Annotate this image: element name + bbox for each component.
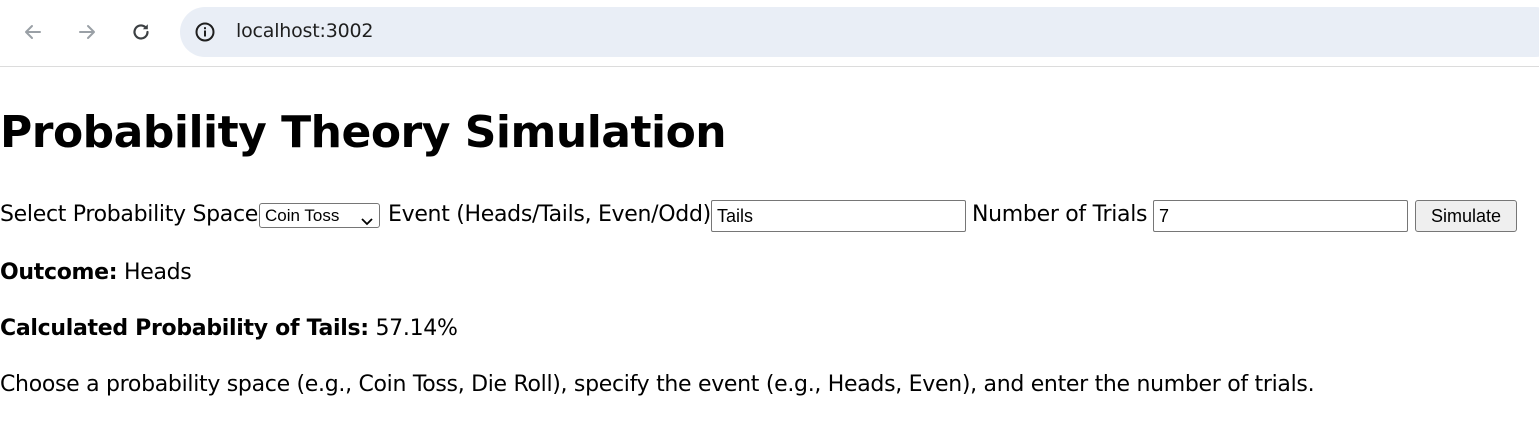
simulate-button[interactable]: Simulate bbox=[1415, 200, 1517, 232]
event-input-value: Tails bbox=[717, 206, 754, 226]
page-title: Probability Theory Simulation bbox=[0, 107, 727, 158]
chevron-down-icon bbox=[361, 211, 373, 231]
probability-space-label: Select Probability Space bbox=[0, 202, 258, 227]
back-arrow-icon bbox=[22, 21, 44, 43]
url-text[interactable]: localhost:3002 bbox=[236, 20, 373, 42]
reload-icon bbox=[130, 21, 152, 43]
probability-space-selected: Coin Toss bbox=[265, 206, 340, 225]
probability-space-select[interactable]: Coin Toss bbox=[259, 203, 380, 228]
browser-toolbar: localhost:3002 bbox=[0, 0, 1539, 67]
outcome-label: Outcome: bbox=[0, 260, 118, 285]
trials-input-value: 7 bbox=[1159, 206, 1170, 226]
forward-button[interactable] bbox=[69, 14, 105, 50]
probability-value: 57.14% bbox=[375, 316, 458, 341]
forward-arrow-icon bbox=[76, 21, 98, 43]
back-button[interactable] bbox=[15, 14, 51, 50]
info-icon[interactable] bbox=[194, 21, 216, 43]
simulation-controls: Select Probability Space Coin Toss Event… bbox=[0, 200, 1539, 234]
outcome-result: Outcome: Heads bbox=[0, 260, 192, 285]
probability-result: Calculated Probability of Tails: 57.14% bbox=[0, 316, 458, 341]
event-input[interactable]: Tails bbox=[711, 200, 966, 232]
trials-label: Number of Trials bbox=[972, 202, 1148, 227]
probability-label: Calculated Probability of Tails: bbox=[0, 316, 369, 341]
address-bar[interactable]: localhost:3002 bbox=[180, 7, 1539, 57]
trials-input[interactable]: 7 bbox=[1153, 200, 1408, 232]
reload-button[interactable] bbox=[123, 14, 159, 50]
instructions-text: Choose a probability space (e.g., Coin T… bbox=[0, 372, 1315, 397]
outcome-value: Heads bbox=[123, 260, 192, 285]
event-label: Event (Heads/Tails, Even/Odd) bbox=[388, 202, 711, 227]
